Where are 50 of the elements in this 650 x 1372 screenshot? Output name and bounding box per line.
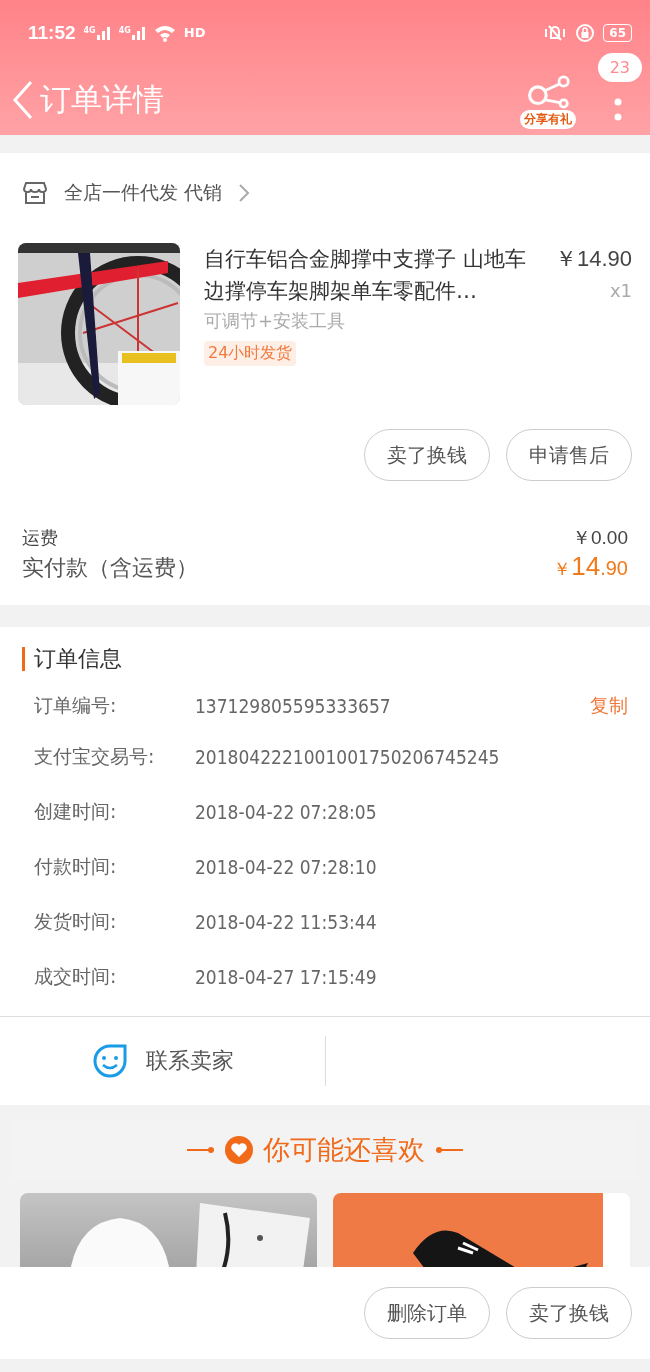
divider-dot-icon [187, 1146, 215, 1154]
info-label: 发货时间: [34, 908, 118, 934]
product-title[interactable]: 自行车铝合金脚撑中支撑子 山地车边撑停车架脚架单车零配件… [204, 243, 541, 307]
total-label: 实付款（含运费） [22, 554, 198, 582]
fee-value: ￥0.00 [572, 526, 628, 550]
lock-rotation-icon [575, 22, 596, 43]
section-title: 订单信息 [22, 647, 650, 671]
network-type: 4G [118, 25, 131, 35]
fee-label: 运费 [22, 526, 58, 550]
shipping-tag: 24小时发货 [204, 341, 297, 366]
status-time: 11:52 [28, 21, 76, 44]
info-value: 137129805595333657 [195, 695, 392, 717]
info-label: 成交时间: [34, 963, 118, 989]
total-amount: ￥14.90 [553, 551, 628, 582]
share-reward-label[interactable]: 分享有礼 [520, 110, 576, 129]
back-icon[interactable] [12, 80, 34, 120]
action-button[interactable]: 删除订单 [364, 1287, 490, 1339]
wifi-icon [153, 23, 176, 42]
info-label: 创建时间: [34, 798, 118, 824]
product-variant: 可调节+安装工具 [204, 309, 347, 333]
section-title: 你可能还喜欢 [263, 1133, 425, 1167]
info-value: 2018042221001001750206745245 [195, 745, 501, 768]
chat-face-icon[interactable] [91, 1043, 128, 1079]
product-quantity: x1 [609, 279, 632, 303]
network-type: 4G [83, 25, 96, 35]
hd-label: HD [183, 25, 206, 40]
chevron-right-icon[interactable] [238, 183, 251, 203]
action-button[interactable]: 卖了换钱 [364, 429, 490, 481]
divider-dot-icon [435, 1146, 463, 1154]
action-button[interactable]: 申请售后 [506, 429, 632, 481]
notification-badge: 23 [597, 53, 642, 82]
info-value: 2018-04-27 17:15:49 [195, 965, 378, 988]
shop-icon [22, 181, 48, 205]
action-button[interactable]: 卖了换钱 [506, 1287, 632, 1339]
battery-indicator: 65 [603, 23, 632, 42]
signal-icon [131, 25, 146, 40]
signal-icon [96, 25, 111, 40]
contact-seller-link[interactable]: 联系卖家 [145, 1046, 234, 1076]
info-value: 2018-04-22 07:28:10 [195, 855, 378, 878]
info-label: 订单编号: [34, 693, 118, 718]
info-label: 支付宝交易号: [34, 743, 156, 769]
share-icon[interactable] [525, 75, 571, 109]
info-value: 2018-04-22 07:28:05 [195, 800, 378, 823]
mute-vibrate-icon [543, 23, 568, 42]
info-label: 付款时间: [34, 853, 118, 879]
more-icon[interactable] [614, 98, 622, 122]
product-price: ￥14.90 [554, 245, 632, 273]
page-title: 订单详情 [40, 80, 165, 119]
info-value: 2018-04-22 11:53:44 [195, 910, 378, 933]
shop-name[interactable]: 全店一件代发 代销 [64, 180, 223, 206]
